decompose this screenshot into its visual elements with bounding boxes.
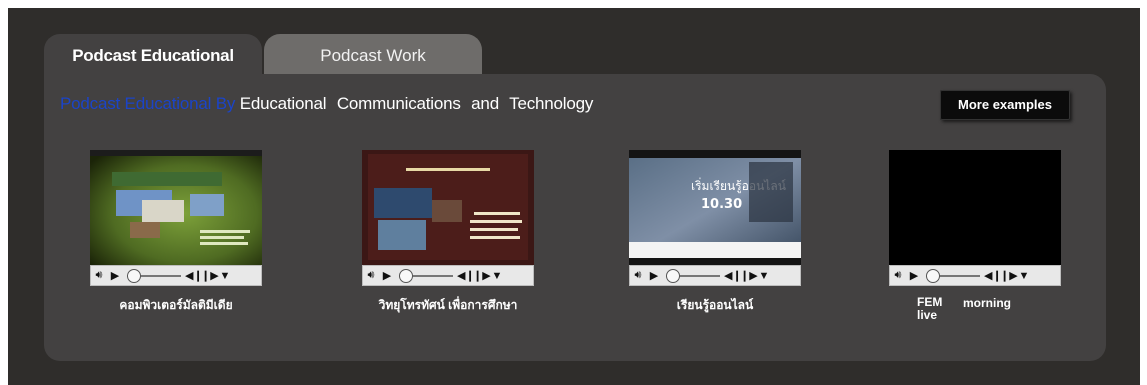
thumbnail-image [362, 150, 534, 265]
volume-icon[interactable]: 🔊︎ [890, 269, 906, 282]
video-item: 🔊︎ ▶ ◀❙ ❙▶ ▼ FEM live morning [889, 150, 1061, 326]
tab-podcast-educational[interactable]: Podcast Educational [44, 34, 262, 76]
tab-panel: Podcast Educational By Educational Commu… [44, 74, 1106, 361]
play-icon[interactable]: ▶ [379, 269, 395, 282]
next-frame-icon[interactable]: ❙▶ [740, 269, 758, 282]
thumbnail-image [90, 150, 262, 265]
more-examples-button[interactable]: More examples [940, 90, 1070, 120]
volume-icon[interactable]: 🔊︎ [91, 269, 107, 282]
video-title-part1: FEM live [917, 295, 943, 322]
thumbnail-time: 10.30 [701, 197, 742, 212]
video-title[interactable]: เรียนรู้ออนไลน์ [629, 296, 801, 315]
panel-heading: Podcast Educational By Educational Commu… [60, 94, 593, 114]
video-title[interactable]: วิทยุโทรทัศน์ เพื่อการศึกษา [362, 296, 534, 315]
video-item: 🔊︎ ▶ ◀❙ ❙▶ ▼ คอมพิวเตอร์มัลติมีเดีย [90, 150, 262, 315]
play-icon[interactable]: ▶ [646, 269, 662, 282]
next-frame-icon[interactable]: ❙▶ [1000, 269, 1018, 282]
seek-slider[interactable] [926, 268, 980, 283]
video-title[interactable]: คอมพิวเตอร์มัลติมีเดีย [90, 296, 262, 315]
video-item: 🔊︎ ▶ ◀❙ ❙▶ ▼ วิทยุโทรทัศน์ เพื่อการศึกษา [362, 150, 534, 315]
play-icon[interactable]: ▶ [906, 269, 922, 282]
play-icon[interactable]: ▶ [107, 269, 123, 282]
video-title-part2: morning [963, 296, 1011, 310]
menu-down-icon[interactable]: ▼ [1016, 270, 1032, 282]
video-thumbnail[interactable] [889, 150, 1061, 265]
thumbnail-image: เริ่มเรียนรู้ออนไลน์ 10.30 [629, 150, 801, 265]
prev-frame-icon[interactable]: ◀❙ [984, 269, 1002, 282]
media-controls: 🔊︎ ▶ ◀❙ ❙▶ ▼ [90, 265, 262, 286]
media-controls: 🔊︎ ▶ ◀❙ ❙▶ ▼ [629, 265, 801, 286]
heading-department: Educational Communications and Technolog… [239, 94, 594, 113]
menu-down-icon[interactable]: ▼ [756, 270, 772, 282]
seek-slider[interactable] [666, 268, 720, 283]
prev-frame-icon[interactable]: ◀❙ [724, 269, 742, 282]
video-title[interactable]: FEM live morning [889, 286, 1061, 326]
video-thumbnail[interactable] [90, 150, 262, 265]
tab-podcast-work[interactable]: Podcast Work [264, 34, 482, 76]
next-frame-icon[interactable]: ❙▶ [201, 269, 219, 282]
prev-frame-icon[interactable]: ◀❙ [457, 269, 475, 282]
seek-slider[interactable] [127, 268, 181, 283]
menu-down-icon[interactable]: ▼ [217, 270, 233, 282]
menu-down-icon[interactable]: ▼ [489, 270, 505, 282]
video-thumbnail[interactable] [362, 150, 534, 265]
volume-icon[interactable]: 🔊︎ [363, 269, 379, 282]
next-frame-icon[interactable]: ❙▶ [473, 269, 491, 282]
media-controls: 🔊︎ ▶ ◀❙ ❙▶ ▼ [889, 265, 1061, 286]
video-item: เริ่มเรียนรู้ออนไลน์ 10.30 🔊︎ ▶ ◀❙ ❙▶ ▼ … [629, 150, 801, 315]
volume-icon[interactable]: 🔊︎ [630, 269, 646, 282]
video-thumbnail[interactable]: เริ่มเรียนรู้ออนไลน์ 10.30 [629, 150, 801, 265]
prev-frame-icon[interactable]: ◀❙ [185, 269, 203, 282]
heading-by: Podcast Educational By [60, 94, 236, 113]
seek-slider[interactable] [399, 268, 453, 283]
media-controls: 🔊︎ ▶ ◀❙ ❙▶ ▼ [362, 265, 534, 286]
